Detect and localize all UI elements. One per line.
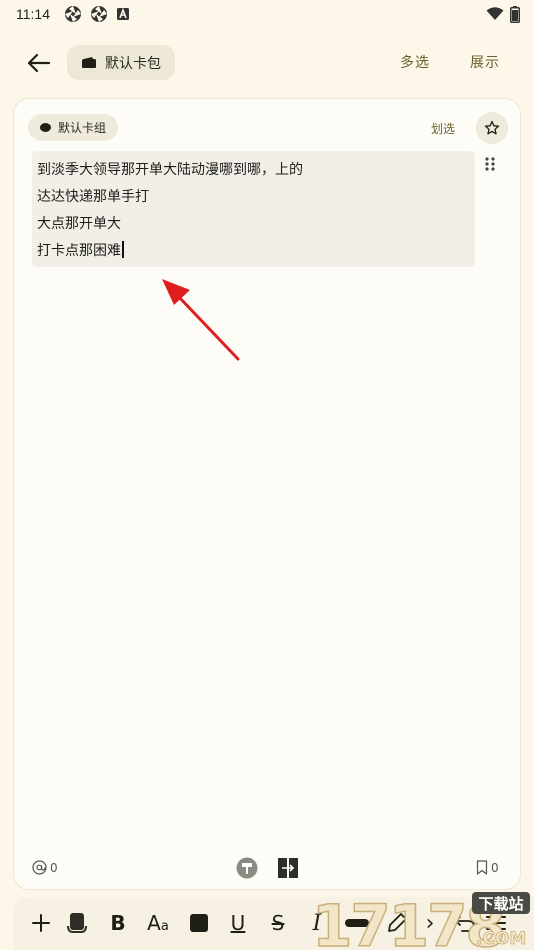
back-button[interactable] <box>22 48 56 78</box>
aperture-icon <box>64 5 82 23</box>
wallet-selector[interactable]: 默认卡包 <box>67 45 175 80</box>
status-bar: 11:14 <box>0 0 534 28</box>
note-card: 默认卡组 划选 到淡季大领导那开单大陆动漫哪到哪，上的 达达快递那单手打 大点那… <box>13 98 521 890</box>
watermark-suffix: .COM <box>476 929 526 949</box>
underline-icon[interactable]: U <box>227 910 249 936</box>
card-group-label: 默认卡组 <box>58 121 107 135</box>
wifi-icon <box>486 7 504 21</box>
badge-icon <box>236 857 258 879</box>
note-line: 达达快递那单手打 <box>37 189 149 205</box>
card-footer: 0 0 <box>14 857 522 887</box>
add-icon[interactable] <box>30 910 52 936</box>
split-view-button[interactable] <box>277 857 299 883</box>
font-size-icon[interactable]: Aa <box>143 910 173 936</box>
mention-button[interactable]: 0 <box>32 860 58 875</box>
note-line: 大点那开单大 <box>37 216 121 232</box>
annotation-arrow-icon <box>150 262 250 368</box>
note-line: 到淡季大领导那开单大陆动漫哪到哪，上的 <box>37 162 303 178</box>
wallet-label: 默认卡包 <box>105 55 161 72</box>
wallet-icon <box>82 57 96 68</box>
battery-icon <box>510 5 520 23</box>
mention-count: 0 <box>50 860 58 875</box>
arrow-left-icon <box>27 53 51 73</box>
top-bar: 默认卡包 多选 展示 <box>0 40 534 86</box>
bold-icon[interactable]: B <box>107 910 129 936</box>
drag-handle-icon[interactable] <box>484 156 496 176</box>
aperture-icon <box>90 5 108 23</box>
group-dot-icon <box>40 123 51 132</box>
card-icon[interactable] <box>64 910 90 936</box>
note-line: 打卡点那困难 <box>37 243 121 259</box>
status-time: 11:14 <box>16 6 50 22</box>
at-sign-icon <box>32 860 47 875</box>
star-icon <box>484 120 500 135</box>
card-group-selector[interactable]: 默认卡组 <box>28 114 119 141</box>
bookmark-icon <box>476 860 488 875</box>
multi-select-button[interactable]: 多选 <box>400 52 430 72</box>
site-watermark-logo: 17178 下载站 .COM <box>310 886 534 950</box>
text-select-button[interactable]: 划选 <box>431 120 455 137</box>
bookmark-button[interactable]: 0 <box>476 860 499 875</box>
notification-a-icon <box>116 7 130 21</box>
bookmark-count: 0 <box>491 860 499 875</box>
display-button[interactable]: 展示 <box>470 52 500 72</box>
favorite-button[interactable] <box>476 112 508 144</box>
text-color-icon[interactable] <box>188 910 210 936</box>
text-caret <box>122 241 124 258</box>
watermark-badge: 下载站 <box>478 895 523 913</box>
note-line-last: 打卡点那困难 <box>37 238 475 265</box>
note-text-editor[interactable]: 到淡季大领导那开单大陆动漫哪到哪，上的 达达快递那单手打 大点那开单大 打卡点那… <box>32 151 475 267</box>
split-arrow-icon <box>278 858 298 878</box>
template-button[interactable] <box>236 857 258 883</box>
strikethrough-icon[interactable]: S <box>267 910 289 936</box>
